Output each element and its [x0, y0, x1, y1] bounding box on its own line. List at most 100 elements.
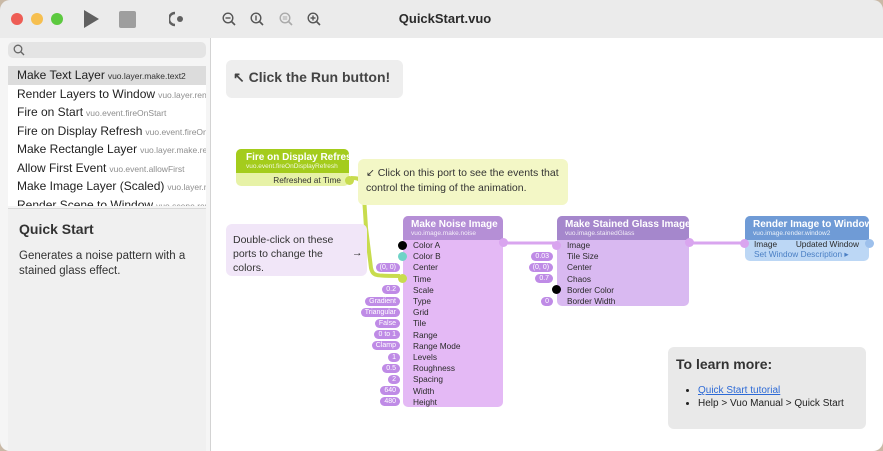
- actual-size-button[interactable]: [248, 8, 266, 30]
- node-class: vuo.event.fireOnStart: [86, 108, 167, 118]
- make-stained-glass-node[interactable]: Make Stained Glass Image vuo.image.stain…: [528, 216, 694, 306]
- image-input-port[interactable]: [740, 239, 749, 248]
- composition-canvas[interactable]: ↖ Click the Run button! ↙ Click on this …: [211, 38, 883, 451]
- node-list-item[interactable]: Make Text Layer vuo.layer.make.text2: [8, 66, 206, 85]
- port-constant[interactable]: 2: [388, 374, 400, 384]
- events-comment[interactable]: ↙ Click on this port to see the events t…: [358, 159, 568, 205]
- port-label: Center: [413, 262, 438, 273]
- port-constant[interactable]: (0, 0): [528, 262, 554, 272]
- stop-button[interactable]: [116, 8, 138, 30]
- input-editor-button[interactable]: [166, 8, 188, 30]
- node-class: vuo.image.render.window2: [753, 230, 831, 237]
- quick-start-tutorial-link[interactable]: Quick Start tutorial: [698, 385, 780, 396]
- doc-title: Quick Start: [19, 221, 94, 237]
- port-constant[interactable]: 0.03: [531, 251, 554, 261]
- node-list-item[interactable]: Allow First Event vuo.event.allowFirst: [8, 159, 206, 178]
- run-button[interactable]: [80, 8, 102, 30]
- node-list-item[interactable]: Fire on Display Refreshvuo.event.fireOnD…: [8, 122, 206, 141]
- port-label: Color A: [413, 240, 441, 250]
- zoom-to-fit-icon: [279, 12, 293, 26]
- colors-arrow-text: →: [352, 247, 363, 259]
- minimize-window-button[interactable]: [31, 13, 43, 25]
- port-dot[interactable]: [552, 285, 561, 295]
- port-constant[interactable]: (0, 0): [375, 262, 400, 272]
- node-name: Make Rectangle Layer: [17, 142, 138, 156]
- image-port-label: Image: [754, 239, 778, 249]
- colors-comment[interactable]: Double-click on these ports to change th…: [226, 224, 367, 276]
- port-constant[interactable]: False: [374, 318, 400, 328]
- port-label: Center: [567, 262, 592, 273]
- set-window-description-port[interactable]: Set Window Description ▸: [754, 249, 849, 259]
- learn-more-comment: To learn more: Quick Start tutorial Help…: [668, 347, 866, 429]
- node-list-item[interactable]: Render Scene to Windowvuo.scene.render.v: [8, 196, 206, 207]
- render-node-header: Render Image to Window vuo.image.render.…: [745, 216, 872, 240]
- port-constant[interactable]: 0 to 1: [374, 330, 400, 340]
- port-label: Height: [413, 396, 437, 407]
- glass-node-header: Make Stained Glass Image vuo.image.stain…: [557, 216, 691, 240]
- port-constant[interactable]: 480: [380, 397, 400, 407]
- port-label: Range Mode: [413, 340, 461, 351]
- port-label: Range: [413, 329, 438, 340]
- port-constant[interactable]: 0.2: [382, 285, 400, 295]
- learn-more-item: Help > Vuo Manual > Quick Start: [698, 397, 866, 410]
- close-window-button[interactable]: [11, 13, 23, 25]
- port-constant[interactable]: 1: [388, 352, 400, 362]
- learn-more-list: Quick Start tutorial Help > Vuo Manual >…: [698, 384, 866, 410]
- updated-window-port[interactable]: [865, 239, 874, 248]
- node-class: vuo.layer.make.rect: [140, 145, 206, 155]
- zoom-out-icon: [222, 12, 236, 26]
- port-constant[interactable]: 0: [541, 296, 554, 306]
- port-constant[interactable]: 640: [380, 386, 400, 396]
- learn-more-item: Quick Start tutorial: [698, 384, 866, 397]
- port-constant[interactable]: Triangular: [360, 307, 400, 317]
- refreshed-at-time-port-dot[interactable]: [345, 176, 354, 185]
- image-output-port[interactable]: [499, 238, 508, 247]
- toolbar: QuickStart.vuo: [0, 0, 883, 39]
- node-list-item[interactable]: Fire on Start vuo.event.fireOnStart: [8, 103, 206, 122]
- node-class: vuo.image.stainedGlass: [565, 230, 635, 237]
- port-dot[interactable]: [552, 240, 561, 250]
- node-list-item[interactable]: Render Layers to Windowvuo.layer.render.…: [8, 85, 206, 104]
- port-label: Time: [413, 273, 432, 284]
- port-constant[interactable]: 0.7: [535, 274, 554, 284]
- port-constant[interactable]: 0.5: [382, 363, 400, 373]
- node-class: vuo.event.fireOnDisp: [145, 126, 206, 137]
- port-constant[interactable]: Gradient: [365, 296, 400, 306]
- port-label: Scale: [413, 284, 434, 295]
- events-comment-text: ↙ Click on this port to see the events t…: [366, 167, 559, 194]
- port-label: Type: [413, 296, 431, 306]
- run-button-comment[interactable]: ↖ Click the Run button!: [226, 60, 403, 98]
- node-list-item[interactable]: Make Image Layer (Scaled)vuo.layer.make.…: [8, 177, 206, 196]
- refreshed-at-time-port[interactable]: Refreshed at Time: [273, 175, 341, 185]
- stop-icon: [118, 10, 136, 28]
- updated-window-port-label: Updated Window: [795, 239, 859, 249]
- node-list-item[interactable]: Make Rectangle Layervuo.layer.make.rect: [8, 140, 206, 159]
- port-label: Roughness: [413, 363, 455, 374]
- zoom-out-button[interactable]: [220, 8, 238, 30]
- window-title: QuickStart.vuo: [398, 11, 492, 26]
- zoom-in-button[interactable]: [305, 8, 323, 30]
- run-comment-text: ↖ Click the Run button!: [233, 69, 391, 85]
- app-window: QuickStart.vuo Make Text Layer vuo.layer.…: [0, 0, 883, 451]
- port-label: Grid: [413, 307, 429, 318]
- make-noise-image-node[interactable]: Make Noise Image vuo.image.make.noise Co…: [360, 216, 508, 407]
- doc-description: Generates a noise pattern with a stained…: [19, 250, 186, 277]
- render-image-to-window-node[interactable]: Render Image to Window vuo.image.render.…: [740, 216, 874, 261]
- port-label: Color B: [413, 251, 441, 262]
- port-dot[interactable]: [398, 251, 407, 261]
- port-label: Levels: [413, 352, 437, 362]
- port-dot[interactable]: [398, 240, 407, 250]
- image-output-port[interactable]: [685, 238, 694, 247]
- zoom-to-fit-button[interactable]: [277, 8, 295, 30]
- port-dot[interactable]: [398, 274, 407, 284]
- node-search-field[interactable]: [8, 42, 206, 58]
- zoom-window-button[interactable]: [51, 13, 63, 25]
- node-class: vuo.layer.make.text2: [107, 71, 186, 81]
- run-icon: [84, 10, 99, 28]
- port-label: Tile: [413, 318, 427, 329]
- node-list: Make Text Layer vuo.layer.make.text2 Rend…: [8, 66, 206, 206]
- node-name: Render Scene to Window: [17, 197, 154, 207]
- fire-on-display-refresh-node[interactable]: Fire on Display Refresh vuo.event.fireOn…: [236, 149, 358, 186]
- node-title: Make Stained Glass Image: [565, 219, 691, 230]
- port-constant[interactable]: Clamp: [371, 341, 400, 351]
